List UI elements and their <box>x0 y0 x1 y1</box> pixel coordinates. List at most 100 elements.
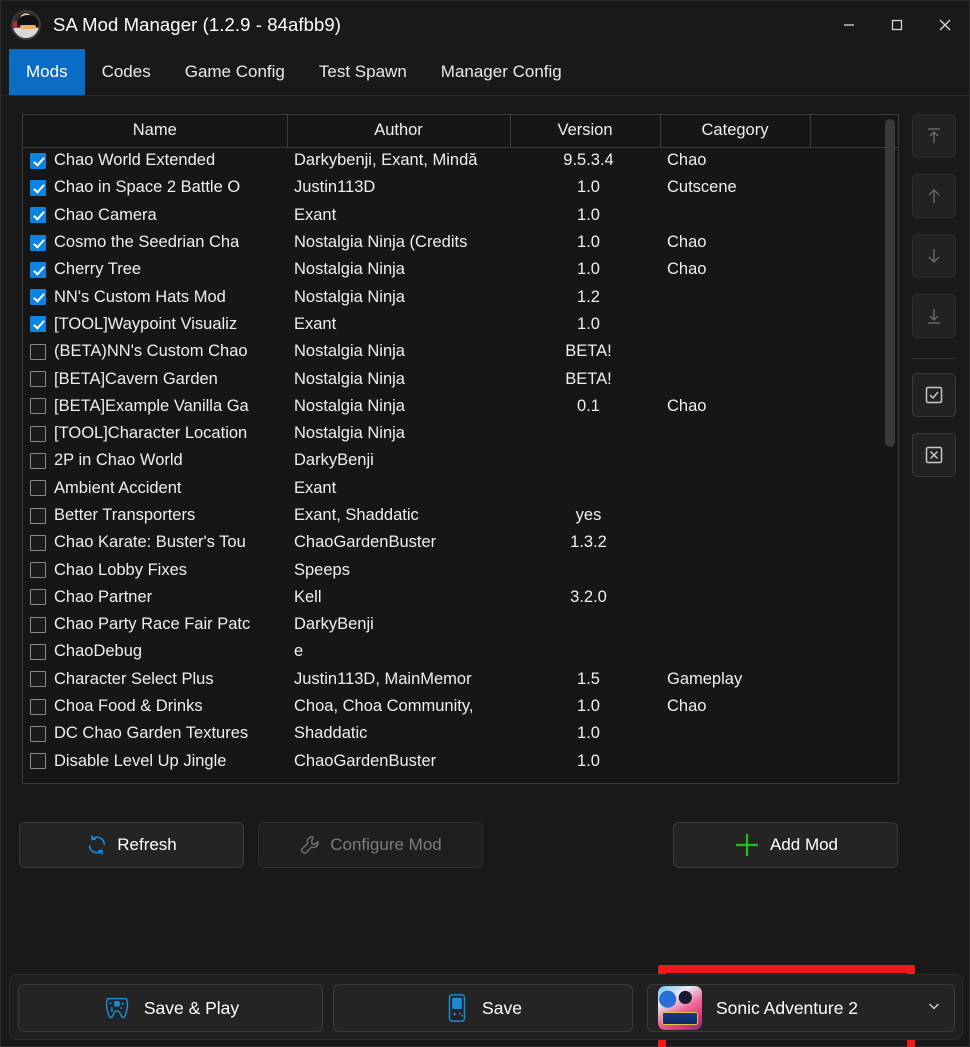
mod-enable-checkbox[interactable] <box>30 725 46 742</box>
refresh-button[interactable]: Refresh <box>19 822 244 868</box>
tab-test-spawn[interactable]: Test Spawn <box>302 49 424 95</box>
mod-enable-checkbox[interactable] <box>30 152 46 169</box>
mod-order-buttons <box>907 114 961 493</box>
mod-enable-checkbox[interactable] <box>30 343 46 360</box>
mod-enable-checkbox[interactable] <box>30 480 46 497</box>
close-icon[interactable] <box>921 1 969 49</box>
uncheck-all-button[interactable] <box>912 433 956 477</box>
cell-author: Exant <box>294 478 337 497</box>
mod-enable-checkbox[interactable] <box>30 753 46 770</box>
mod-enable-checkbox[interactable] <box>30 643 46 660</box>
mod-name-label: 2P in Chao World <box>54 451 183 470</box>
cell-category: Chao <box>667 151 707 170</box>
mod-name-label: Cherry Tree <box>54 260 142 279</box>
configure-mod-button[interactable]: Configure Mod <box>258 822 483 868</box>
column-header-name[interactable]: Name <box>23 115 288 148</box>
table-row[interactable]: Chao Karate: Buster's Tou ChaoGardenBuste… <box>23 529 898 556</box>
table-row[interactable]: Cherry Tree Nostalgia Ninja 1.0 Chao <box>23 256 898 283</box>
refresh-icon <box>86 834 108 856</box>
mod-enable-checkbox[interactable] <box>30 398 46 415</box>
mod-enable-checkbox[interactable] <box>30 507 46 524</box>
cell-author: DarkyBenji <box>294 451 374 470</box>
add-mod-button[interactable]: Add Mod <box>673 822 898 868</box>
table-row[interactable]: (BETA)NN's Custom Chao Nostalgia Ninja BET… <box>23 338 898 365</box>
game-selector-dropdown[interactable]: Sonic Adventure 2 <box>647 984 955 1032</box>
check-all-button[interactable] <box>912 373 956 417</box>
cell-name: Disable Level Up Jingle <box>23 748 287 775</box>
mod-enable-checkbox[interactable] <box>30 179 46 196</box>
mod-enable-checkbox[interactable] <box>30 261 46 278</box>
column-header-version[interactable]: Version <box>510 115 661 148</box>
cell-author: Nostalgia Ninja <box>294 342 405 361</box>
cell-name: Chao World Extended <box>23 147 287 174</box>
mod-name-label: Better Transporters <box>54 506 196 524</box>
tab-manager-config[interactable]: Manager Config <box>424 49 579 95</box>
table-row[interactable]: NN's Custom Hats Mod Nostalgia Ninja 1.2 <box>23 283 898 310</box>
mod-name-label: Chao Karate: Buster's Tou <box>54 533 246 552</box>
table-row[interactable]: Better Transporters Exant, Shaddatic yes <box>23 502 898 529</box>
cell-category: Chao <box>667 233 707 252</box>
table-row[interactable]: Cosmo the Seedrian Cha Nostalgia Ninja (C… <box>23 229 898 256</box>
minimize-icon[interactable] <box>825 1 873 49</box>
cell-category <box>660 638 810 665</box>
mod-enable-checkbox[interactable] <box>30 589 46 606</box>
tab-mods[interactable]: Mods <box>9 49 85 95</box>
move-up-button[interactable] <box>912 174 956 218</box>
table-row[interactable]: Choa Food & Drinks Choa, Choa Community, 1… <box>23 693 898 720</box>
table-row[interactable]: [TOOL]Waypoint Visualiz Exant 1.0 <box>23 311 898 338</box>
cell-category <box>660 365 810 392</box>
mod-name-label: Ambient Accident <box>54 478 182 497</box>
mod-enable-checkbox[interactable] <box>30 425 46 442</box>
mod-enable-checkbox[interactable] <box>30 671 46 688</box>
move-to-bottom-button[interactable] <box>912 294 956 338</box>
mod-enable-checkbox[interactable] <box>30 316 46 333</box>
mod-name-label: ChaoDebug <box>54 642 143 661</box>
table-row[interactable]: [BETA]Example Vanilla Ga Nostalgia Ninja 0… <box>23 393 898 420</box>
mod-enable-checkbox[interactable] <box>30 371 46 388</box>
table-row[interactable]: DC Chao Garden Textures Shaddatic 1.0 <box>23 720 898 747</box>
table-row[interactable]: Chao Camera Exant 1.0 <box>23 202 898 229</box>
table-row[interactable]: 2P in Chao World DarkyBenji <box>23 447 898 474</box>
cell-name: Chao Partner <box>23 584 287 611</box>
cell-version: 1.2 <box>577 287 600 306</box>
cell-category <box>660 611 810 638</box>
tab-game-config[interactable]: Game Config <box>168 49 302 95</box>
mod-enable-checkbox[interactable] <box>30 289 46 306</box>
mod-enable-checkbox[interactable] <box>30 562 46 579</box>
cell-version: yes <box>575 506 602 524</box>
save-button[interactable]: Save <box>333 984 633 1032</box>
table-row[interactable]: [TOOL]Character Location Nostalgia Ninja <box>23 420 898 447</box>
mod-enable-checkbox[interactable] <box>30 616 46 633</box>
mod-name-label: [TOOL]Character Location <box>54 424 248 443</box>
table-row[interactable]: Disable Level Up Jingle ChaoGardenBuster 1… <box>23 748 898 775</box>
save-and-play-button[interactable]: Save & Play <box>18 984 323 1032</box>
maximize-icon[interactable] <box>873 1 921 49</box>
table-row[interactable]: [BETA]Cavern Garden Nostalgia Ninja BETA! <box>23 365 898 392</box>
cell-version: 1.3.2 <box>570 533 607 552</box>
mod-enable-checkbox[interactable] <box>30 698 46 715</box>
table-row[interactable]: Ambient Accident Exant <box>23 475 898 502</box>
move-down-button[interactable] <box>912 234 956 278</box>
table-row[interactable]: Chao Party Race Fair Patc DarkyBenji <box>23 611 898 638</box>
plus-icon <box>733 831 761 859</box>
move-to-top-button[interactable] <box>912 114 956 158</box>
gamepad-icon <box>102 993 132 1023</box>
mod-enable-checkbox[interactable] <box>30 207 46 224</box>
tab-codes[interactable]: Codes <box>85 49 168 95</box>
mod-enable-checkbox[interactable] <box>30 534 46 551</box>
table-row[interactable]: Chao World Extended Darkybenji, Exant, Mi… <box>23 147 898 174</box>
table-row[interactable]: Chao in Space 2 Battle O Justin113D 1.0 Cut… <box>23 174 898 201</box>
table-vertical-scrollbar[interactable] <box>884 117 896 783</box>
cell-version <box>510 420 660 447</box>
table-row[interactable]: Chao Partner Kell 3.2.0 <box>23 584 898 611</box>
column-header-author[interactable]: Author <box>287 115 511 148</box>
column-header-category[interactable]: Category <box>660 115 811 148</box>
table-row[interactable]: ChaoDebug e <box>23 638 898 665</box>
scrollbar-thumb[interactable] <box>885 119 895 447</box>
cell-version: 1.0 <box>577 314 600 333</box>
table-row[interactable]: Chao Lobby Fixes Speeps <box>23 556 898 583</box>
mod-name-label: Chao in Space 2 Battle O <box>54 178 241 197</box>
mod-enable-checkbox[interactable] <box>30 452 46 469</box>
mod-enable-checkbox[interactable] <box>30 234 46 251</box>
table-row[interactable]: Character Select Plus Justin113D, MainMem… <box>23 666 898 693</box>
